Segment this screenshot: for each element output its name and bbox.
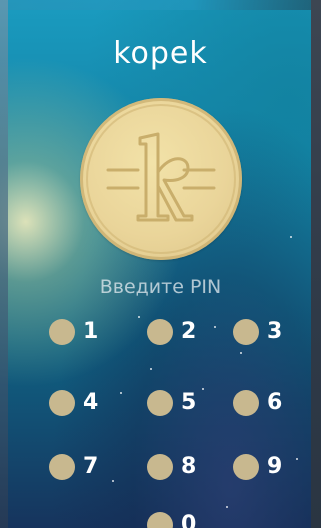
key-7[interactable]: 7 — [49, 452, 109, 482]
key-5[interactable]: 5 — [147, 388, 207, 418]
key-0[interactable]: 0 — [147, 510, 207, 528]
background-image — [0, 0, 321, 528]
key-label: 3 — [267, 319, 283, 344]
key-2[interactable]: 2 — [147, 317, 207, 347]
kopek-coin-logo-icon — [80, 98, 242, 260]
key-8[interactable]: 8 — [147, 452, 207, 482]
key-1[interactable]: 1 — [49, 317, 109, 347]
star — [120, 392, 122, 394]
pin-dot-icon — [233, 319, 259, 345]
pin-dot-icon — [233, 390, 259, 416]
pin-prompt: Введите PIN — [99, 276, 222, 298]
pin-dot-icon — [49, 454, 75, 480]
key-3[interactable]: 3 — [233, 317, 293, 347]
key-label: 7 — [83, 454, 99, 479]
pin-entry-screen: kopek Введите PIN 1 2 3 4 5 6 7 8 9 0 — [0, 0, 321, 528]
star — [290, 236, 292, 238]
pin-dot-icon — [147, 319, 173, 345]
key-9[interactable]: 9 — [233, 452, 293, 482]
key-label: 5 — [181, 390, 197, 415]
star — [214, 326, 216, 328]
key-label: 8 — [181, 454, 197, 479]
left-edge — [0, 0, 8, 528]
star — [150, 368, 152, 370]
key-label: 6 — [267, 390, 283, 415]
key-label: 4 — [83, 390, 99, 415]
pin-dot-icon — [147, 390, 173, 416]
pin-dot-icon — [233, 454, 259, 480]
key-label: 0 — [181, 512, 197, 528]
pin-dot-icon — [49, 319, 75, 345]
app-title: kopek — [113, 36, 208, 71]
key-label: 9 — [267, 454, 283, 479]
key-4[interactable]: 4 — [49, 388, 109, 418]
pin-dot-icon — [147, 454, 173, 480]
coin-engraving — [86, 104, 236, 254]
pin-dot-icon — [147, 512, 173, 528]
star — [240, 352, 242, 354]
star — [296, 458, 298, 460]
right-edge — [311, 0, 321, 528]
star — [226, 506, 228, 508]
key-6[interactable]: 6 — [233, 388, 293, 418]
key-label: 1 — [83, 319, 99, 344]
star — [138, 316, 140, 318]
pin-dot-icon — [49, 390, 75, 416]
star — [112, 480, 114, 482]
top-edge — [0, 0, 321, 10]
key-label: 2 — [181, 319, 197, 344]
